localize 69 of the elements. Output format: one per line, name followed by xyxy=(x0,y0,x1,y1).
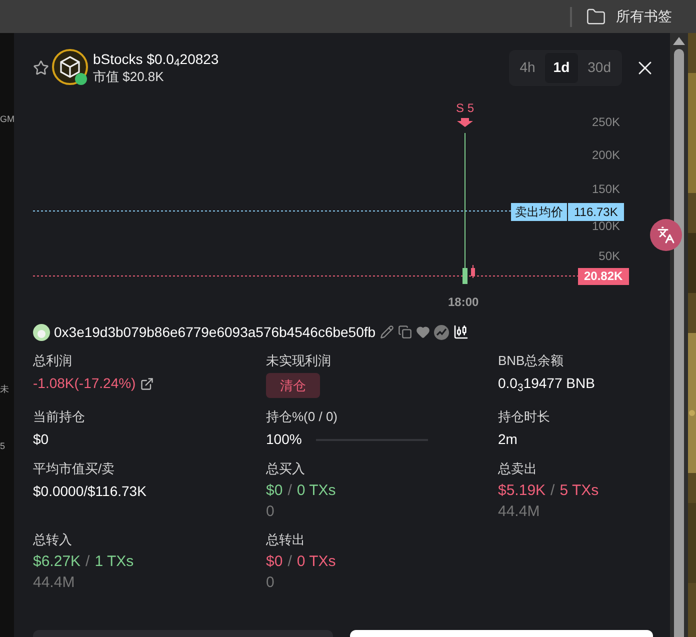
scroll-up-arrow-icon[interactable] xyxy=(673,37,685,45)
external-link-icon[interactable] xyxy=(140,376,154,390)
trade-marker-label: S 5 xyxy=(456,101,474,115)
amount-value: $0 xyxy=(266,552,283,571)
stat-value: 0.0$_{3}$19477 BNB xyxy=(498,374,596,394)
stat-label: 总卖出 xyxy=(498,460,538,478)
stat-label: 总买入 xyxy=(266,460,306,478)
stat-value: 2m xyxy=(498,430,518,449)
stat-label: 总转入 xyxy=(33,531,73,549)
separator-text: / xyxy=(288,481,292,500)
heart-icon[interactable] xyxy=(416,325,430,339)
y-axis-label: 150K xyxy=(592,182,620,196)
stat-label: 当前持仓 xyxy=(33,408,86,426)
y-axis-label: 200K xyxy=(592,148,620,162)
favorite-star-icon[interactable] xyxy=(33,60,49,76)
price-tag: 20.82K xyxy=(578,268,629,285)
amount-value: $6.27K xyxy=(33,552,81,571)
stat-value: $0 xyxy=(33,430,50,449)
token-title: bStocks $0.0$_{4}$20823 xyxy=(93,50,219,68)
x-axis-label: 18:00 xyxy=(448,294,479,311)
separator-text: / xyxy=(550,481,555,500)
close-position-button[interactable]: 清仓 xyxy=(266,373,320,398)
amount-value: $0 xyxy=(266,481,283,500)
stat-label: 平均市值买/卖 xyxy=(33,460,116,478)
tx-count: 0 TXs xyxy=(296,552,336,571)
token-amount: 44.4M xyxy=(33,574,76,592)
bookmarks-link[interactable]: 所有书签 xyxy=(616,6,672,27)
folder-icon[interactable] xyxy=(586,6,606,26)
timeframe-tab[interactable]: 1d xyxy=(545,52,578,82)
tx-count: 0 TXs xyxy=(296,481,336,500)
tx-count: 1 TXs xyxy=(94,552,134,571)
translate-icon xyxy=(657,226,675,244)
copy-icon[interactable] xyxy=(398,325,412,339)
stat-label: 持仓时长 xyxy=(498,408,551,426)
wallet-avatar-icon xyxy=(33,324,50,340)
market-cap: 市值 $20.8K xyxy=(93,68,165,86)
background-text: 未 xyxy=(0,382,10,396)
tx-count: 5 TXs xyxy=(560,481,599,500)
background-text: 5 xyxy=(0,440,6,453)
token-amount: 44.4M xyxy=(498,503,541,521)
separator-text: / xyxy=(86,552,90,571)
token-logo-icon xyxy=(52,48,90,86)
stat-label: 总转出 xyxy=(266,531,306,549)
stat-value: $0.0000/$116.73K xyxy=(33,482,148,501)
background-text: GM xyxy=(0,113,14,126)
separator-text: / xyxy=(288,552,292,571)
falling-candle xyxy=(471,264,475,278)
tag-value: 116.73K xyxy=(573,204,619,221)
candlestick-icon[interactable] xyxy=(452,324,469,340)
sell-marker-arrow-icon xyxy=(457,118,473,127)
y-axis-label: 100K xyxy=(592,219,620,233)
y-axis-label: 50K xyxy=(598,249,620,263)
edit-icon[interactable] xyxy=(380,325,394,339)
scrollbar-thumb[interactable] xyxy=(674,49,684,637)
stat-value: 100% xyxy=(266,430,302,449)
token-amount: 0 xyxy=(266,503,276,521)
stat-label: BNB总余额 xyxy=(498,352,565,370)
timeframe-tab[interactable]: 30d xyxy=(580,52,619,82)
amount-value: $5.19K xyxy=(498,481,546,500)
wallet-address: 0x3e19d3b079b86e6779e6093a576b4546c6be50fb xyxy=(54,322,376,342)
tag-label: 卖出均价 xyxy=(511,203,568,221)
stat-label: 总利润 xyxy=(33,352,73,370)
stat-label: 持仓%(0 / 0) xyxy=(266,408,339,426)
stat-label: 未实现利润 xyxy=(266,352,331,370)
chart-circle-icon[interactable] xyxy=(434,324,449,340)
timeframe-tab[interactable]: 4h xyxy=(512,52,544,82)
y-axis-label: 250K xyxy=(592,115,620,129)
token-amount: 0 xyxy=(266,574,276,592)
stat-value: -1.08K(-17.24%) xyxy=(33,374,136,393)
